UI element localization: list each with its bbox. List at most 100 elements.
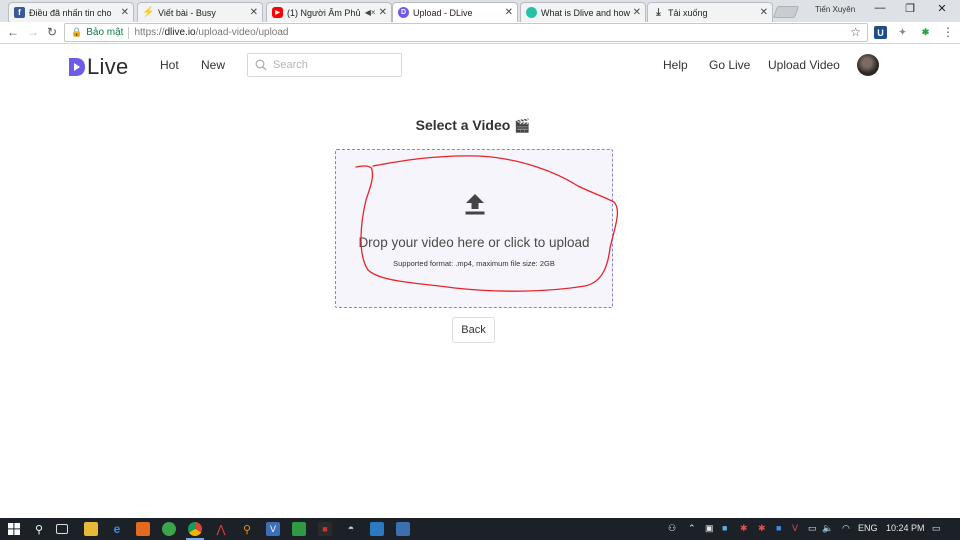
back-button[interactable]: Back (452, 317, 495, 343)
close-tab-icon[interactable]: ✕ (505, 7, 513, 18)
wifi-icon[interactable]: ◠ (842, 523, 850, 534)
page-title-text: Select a Video (415, 117, 511, 133)
tab-busy[interactable]: ⚡ Viết bài - Busy ✕ (137, 2, 263, 22)
url-path: /upload-video/upload (195, 27, 289, 38)
tab-facebook[interactable]: f Điều đã nhấn tin cho ✕ (8, 2, 134, 22)
app-search-orange-icon[interactable]: ⚲ (240, 522, 254, 536)
notification-icon[interactable]: ▭ (932, 523, 941, 534)
url-host: dlive.io (164, 27, 196, 38)
app-dark-red-icon[interactable]: ■ (318, 522, 332, 536)
tab-what-is-dlive[interactable]: What is Dlive and how ✕ (520, 2, 646, 22)
battery-icon[interactable]: ▭ (808, 523, 817, 534)
tab-dlive-upload[interactable]: D Upload - DLive ✕ (392, 2, 518, 22)
nav-hot[interactable]: Hot (160, 58, 179, 72)
address-bar[interactable]: 🔒 Bảo mật https://dlive.io/upload-video/… (64, 23, 868, 42)
profile-name[interactable]: Tiến Xuyên (815, 5, 855, 14)
divider (128, 26, 130, 39)
dlive-logo[interactable]: Live (68, 54, 129, 80)
close-tab-icon[interactable]: ✕ (633, 7, 641, 18)
reload-icon[interactable]: ↻ (44, 25, 60, 39)
tray-app-icon[interactable]: ✱ (740, 523, 748, 534)
dropzone-subtitle: Supported format: .mp4, maximum file siz… (393, 259, 555, 268)
tab-youtube[interactable]: ▶ (1) Người Âm Phủ | ◀× ✕ (266, 2, 392, 22)
url-protocol: https:// (134, 27, 165, 38)
app-monitor-icon[interactable] (370, 522, 384, 536)
video-dropzone[interactable]: Drop your video here or click to upload … (335, 149, 613, 308)
tab-downloads[interactable]: ⤓ Tải xuống ✕ (647, 2, 773, 22)
tab-title: (1) Người Âm Phủ | (287, 7, 363, 18)
people-icon[interactable]: ⚇ (668, 523, 676, 534)
app-green-grid-icon[interactable] (292, 522, 306, 536)
speaker-mute-icon[interactable]: ◀× (365, 8, 376, 17)
close-window-icon[interactable]: ✕ (932, 2, 952, 15)
close-tab-icon[interactable]: ✕ (379, 7, 387, 18)
nav-help[interactable]: Help (663, 58, 688, 72)
close-tab-icon[interactable]: ✕ (250, 7, 258, 18)
tray-app-icon[interactable]: ■ (722, 523, 727, 533)
browser-toolbar: ← → ↻ 🔒 Bảo mật https://dlive.io/upload-… (0, 22, 960, 44)
app-games-icon[interactable]: ◓ (344, 522, 358, 536)
download-icon: ⤓ (656, 7, 661, 18)
new-tab-button[interactable] (772, 6, 800, 18)
browser-tab-strip: f Điều đã nhấn tin cho ✕ ⚡ Viết bài - Bu… (0, 0, 960, 22)
nav-new[interactable]: New (201, 58, 225, 72)
dlive-icon: D (398, 7, 409, 18)
app-orange-icon[interactable] (136, 522, 150, 536)
app-blue-icon[interactable]: V (266, 522, 280, 536)
upload-arrow-icon (465, 194, 485, 215)
language-indicator[interactable]: ENG (858, 523, 878, 533)
back-arrow-icon[interactable]: ← (5, 25, 21, 39)
app-teamviewer-icon[interactable] (396, 522, 410, 536)
tab-title: Viết bài - Busy (158, 7, 216, 18)
tray-app-icon[interactable]: V (792, 523, 798, 533)
facebook-icon: f (14, 7, 25, 18)
tab-title: Điều đã nhấn tin cho (29, 7, 112, 18)
extension-bug-icon[interactable]: ✱ (919, 26, 932, 39)
youtube-icon: ▶ (272, 7, 283, 18)
file-explorer-icon[interactable] (84, 522, 98, 536)
tab-title: What is Dlive and how (541, 7, 630, 18)
windows-start-icon[interactable] (7, 522, 21, 536)
close-tab-icon[interactable]: ✕ (121, 7, 129, 18)
dropzone-title: Drop your video here or click to upload (358, 235, 590, 250)
search-box[interactable] (247, 53, 402, 77)
windows-taskbar: ⚲ e ⋀ ⚲ V ■ ◓ ⚇ ⌃ ▣ ■ ✱ ✱ ■ V ▭ 🔈 ◠ ENG … (0, 518, 960, 540)
menu-dots-icon[interactable]: ⋮ (942, 25, 954, 39)
extension-puzzle-icon[interactable]: ✦ (896, 26, 909, 39)
dlive-teal-icon (526, 7, 537, 18)
search-input[interactable] (273, 59, 393, 71)
volume-icon[interactable]: 🔈 (822, 523, 833, 534)
tray-app-icon[interactable]: ■ (776, 523, 781, 533)
chrome-icon[interactable] (188, 522, 202, 536)
clapperboard-icon: 🎬 (514, 118, 531, 133)
dlive-logo-mark-icon (69, 58, 85, 76)
bolt-icon: ⚡ (142, 7, 155, 18)
bookmark-star-icon[interactable]: ☆ (850, 25, 861, 39)
page-title: Select a Video 🎬 (0, 117, 946, 134)
tab-title: Upload - DLive (413, 7, 473, 18)
avatar[interactable] (857, 54, 879, 76)
task-view-icon[interactable] (56, 524, 68, 534)
secure-label: Bảo mật (86, 27, 124, 38)
restore-icon[interactable]: ❐ (900, 2, 920, 15)
clock[interactable]: 10:24 PM (886, 523, 925, 533)
tray-app-icon[interactable]: ✱ (758, 523, 766, 534)
tray-chevron-icon[interactable]: ⌃ (688, 523, 696, 534)
nav-upload-video[interactable]: Upload Video (768, 58, 840, 72)
tab-title: Tải xuống (668, 7, 708, 18)
windows-logo-icon (8, 523, 20, 535)
close-tab-icon[interactable]: ✕ (760, 7, 768, 18)
app-red-icon[interactable]: ⋀ (214, 522, 228, 536)
lock-icon: 🔒 (71, 27, 83, 37)
app-green-icon[interactable] (162, 522, 176, 536)
search-icon[interactable]: ⚲ (32, 522, 46, 536)
edge-icon[interactable]: e (110, 522, 124, 536)
forward-arrow-icon[interactable]: → (25, 25, 41, 39)
nav-go-live[interactable]: Go Live (709, 58, 750, 72)
extension-shield-icon[interactable]: U (874, 26, 887, 39)
tray-app-icon[interactable]: ▣ (705, 523, 714, 534)
search-icon (255, 59, 267, 71)
minimize-icon[interactable]: — (870, 2, 890, 14)
logo-text: Live (87, 54, 129, 79)
site-header: Live Hot New Help Go Live Upload Video (0, 45, 960, 87)
